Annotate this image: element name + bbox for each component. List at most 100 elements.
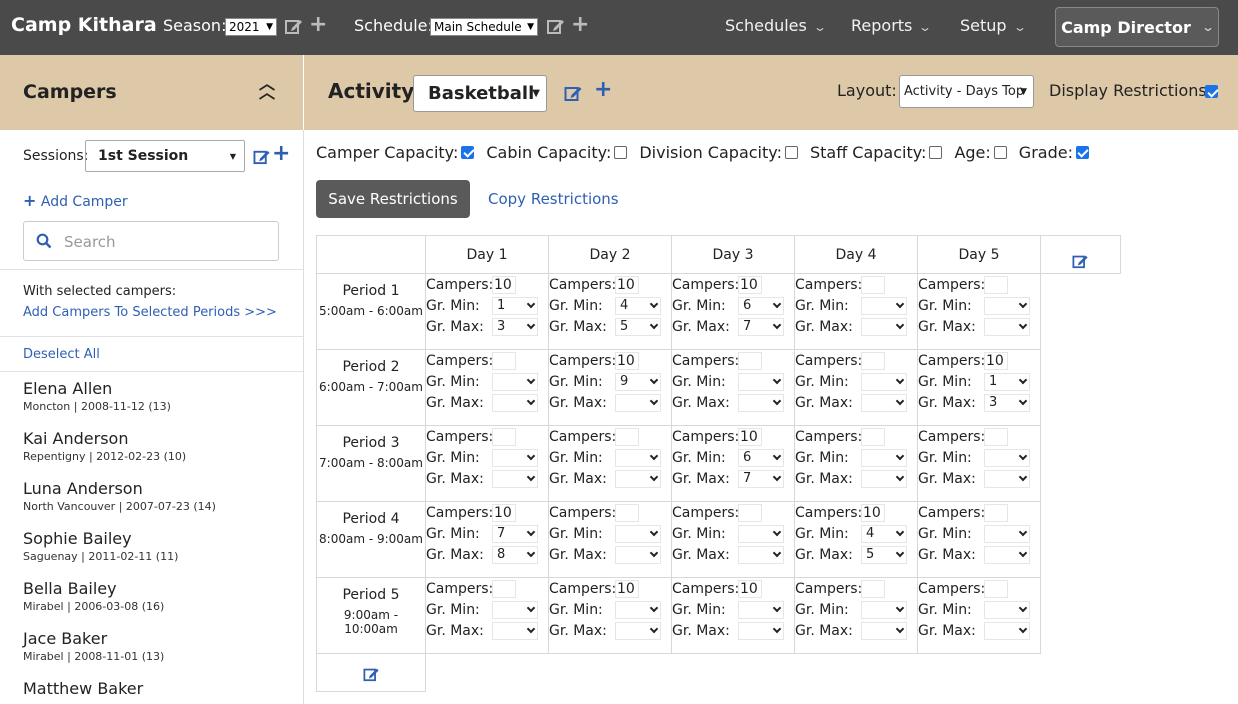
filter-checkbox[interactable]: [784, 145, 798, 159]
campers-capacity-input[interactable]: 10: [615, 351, 639, 370]
grade-min-select[interactable]: [984, 296, 1030, 315]
campers-capacity-input[interactable]: [738, 351, 762, 370]
grade-min-select[interactable]: 6: [738, 448, 784, 467]
grade-max-select[interactable]: [861, 469, 907, 488]
camper-list-item[interactable]: Matthew Baker: [23, 679, 143, 700]
filter-checkbox[interactable]: [929, 145, 943, 159]
camper-list-item[interactable]: Kai Anderson Repentigny | 2012-02-23 (10): [23, 429, 186, 463]
search-input[interactable]: Search: [23, 221, 279, 261]
grade-min-select[interactable]: [861, 448, 907, 467]
campers-capacity-input[interactable]: 10: [738, 427, 762, 446]
grade-max-select[interactable]: [738, 393, 784, 412]
grade-min-select[interactable]: [615, 600, 661, 619]
edit-session-icon[interactable]: [253, 148, 271, 165]
campers-capacity-input[interactable]: 10: [738, 275, 762, 294]
edit-season-icon[interactable]: [285, 17, 303, 35]
filter-checkbox[interactable]: [1075, 145, 1089, 159]
edit-periods-icon[interactable]: [316, 653, 426, 692]
layout-select[interactable]: Activity - Days Top ▼: [899, 75, 1034, 108]
menu-schedules[interactable]: Schedules ⌄: [725, 16, 827, 35]
edit-activity-icon[interactable]: [564, 84, 583, 102]
grade-min-select[interactable]: [984, 448, 1030, 467]
add-camper-link[interactable]: + Add Camper: [23, 191, 128, 210]
copy-restrictions-link[interactable]: Copy Restrictions: [488, 190, 619, 208]
grade-max-select[interactable]: [984, 621, 1030, 640]
filter-checkbox[interactable]: [461, 145, 475, 159]
grade-max-select[interactable]: [615, 393, 661, 412]
campers-capacity-input[interactable]: 10: [615, 579, 639, 598]
grade-max-select[interactable]: 5: [861, 545, 907, 564]
grade-max-select[interactable]: 3: [492, 317, 538, 336]
campers-capacity-input[interactable]: [861, 275, 885, 294]
grade-max-select[interactable]: [492, 469, 538, 488]
add-activity-icon[interactable]: +: [594, 77, 612, 102]
campers-capacity-input[interactable]: [492, 351, 516, 370]
campers-capacity-input[interactable]: [492, 579, 516, 598]
grade-min-select[interactable]: [984, 524, 1030, 543]
campers-capacity-input[interactable]: 10: [492, 503, 516, 522]
add-to-periods-link[interactable]: Add Campers To Selected Periods >>>: [23, 305, 277, 320]
camper-list-item[interactable]: Luna Anderson North Vancouver | 2007-07-2…: [23, 479, 216, 513]
grade-min-select[interactable]: [738, 600, 784, 619]
edit-days-icon[interactable]: [1040, 235, 1121, 274]
menu-reports[interactable]: Reports ⌄: [851, 16, 932, 35]
grade-max-select[interactable]: [984, 317, 1030, 336]
grade-min-select[interactable]: [861, 372, 907, 391]
campers-capacity-input[interactable]: [615, 503, 639, 522]
grade-max-select[interactable]: [861, 393, 907, 412]
grade-min-select[interactable]: 1: [492, 296, 538, 315]
filter-checkbox[interactable]: [993, 145, 1007, 159]
edit-schedule-icon[interactable]: [547, 17, 565, 35]
grade-min-select[interactable]: [738, 372, 784, 391]
grade-max-select[interactable]: [615, 545, 661, 564]
grade-max-select[interactable]: [861, 317, 907, 336]
menu-setup[interactable]: Setup ⌄: [960, 16, 1027, 35]
grade-min-select[interactable]: 9: [615, 372, 661, 391]
save-restrictions-button[interactable]: Save Restrictions: [316, 180, 470, 218]
campers-capacity-input[interactable]: [984, 579, 1008, 598]
brand-title[interactable]: Camp Kithara: [11, 14, 157, 36]
grade-max-select[interactable]: [615, 621, 661, 640]
campers-capacity-input[interactable]: 10: [738, 579, 762, 598]
season-select[interactable]: 2021 ▼: [225, 18, 277, 36]
grade-min-select[interactable]: [861, 296, 907, 315]
grade-min-select[interactable]: [615, 448, 661, 467]
schedule-select[interactable]: Main Schedule ▼: [430, 18, 538, 36]
grade-max-select[interactable]: [615, 469, 661, 488]
grade-max-select[interactable]: 3: [984, 393, 1030, 412]
grade-max-select[interactable]: [492, 393, 538, 412]
grade-min-select[interactable]: [492, 600, 538, 619]
grade-max-select[interactable]: [738, 621, 784, 640]
add-season-icon[interactable]: +: [309, 12, 327, 37]
campers-capacity-input[interactable]: [615, 427, 639, 446]
grade-min-select[interactable]: [615, 524, 661, 543]
camper-list-item[interactable]: Elena Allen Moncton | 2008-11-12 (13): [23, 379, 171, 413]
user-menu-button[interactable]: Camp Director ⌄: [1055, 7, 1219, 47]
grade-max-select[interactable]: [861, 621, 907, 640]
grade-min-select[interactable]: 4: [615, 296, 661, 315]
deselect-all-link[interactable]: Deselect All: [23, 347, 100, 362]
campers-capacity-input[interactable]: [492, 427, 516, 446]
camper-list-item[interactable]: Bella Bailey Mirabel | 2006-03-08 (16): [23, 579, 164, 613]
activity-select[interactable]: Basketball ▼: [413, 75, 547, 112]
grade-max-select[interactable]: 7: [738, 469, 784, 488]
grade-min-select[interactable]: 1: [984, 372, 1030, 391]
collapse-icon[interactable]: ︿ ︿: [259, 76, 275, 101]
campers-capacity-input[interactable]: 10: [984, 351, 1008, 370]
camper-list-item[interactable]: Jace Baker Mirabel | 2008-11-01 (13): [23, 629, 164, 663]
campers-capacity-input[interactable]: 10: [861, 503, 885, 522]
camper-list-item[interactable]: Sophie Bailey Saguenay | 2011-02-11 (11): [23, 529, 178, 563]
campers-capacity-input[interactable]: [738, 503, 762, 522]
filter-checkbox[interactable]: [614, 145, 628, 159]
add-session-icon[interactable]: +: [272, 141, 290, 166]
grade-min-select[interactable]: 7: [492, 524, 538, 543]
grade-max-select[interactable]: [738, 545, 784, 564]
grade-min-select[interactable]: 6: [738, 296, 784, 315]
campers-capacity-input[interactable]: [984, 503, 1008, 522]
display-restrictions-checkbox[interactable]: [1205, 85, 1218, 98]
grade-max-select[interactable]: 8: [492, 545, 538, 564]
grade-max-select[interactable]: 7: [738, 317, 784, 336]
grade-min-select[interactable]: 4: [861, 524, 907, 543]
campers-capacity-input[interactable]: [984, 275, 1008, 294]
session-select[interactable]: 1st Session ▼: [85, 140, 245, 172]
